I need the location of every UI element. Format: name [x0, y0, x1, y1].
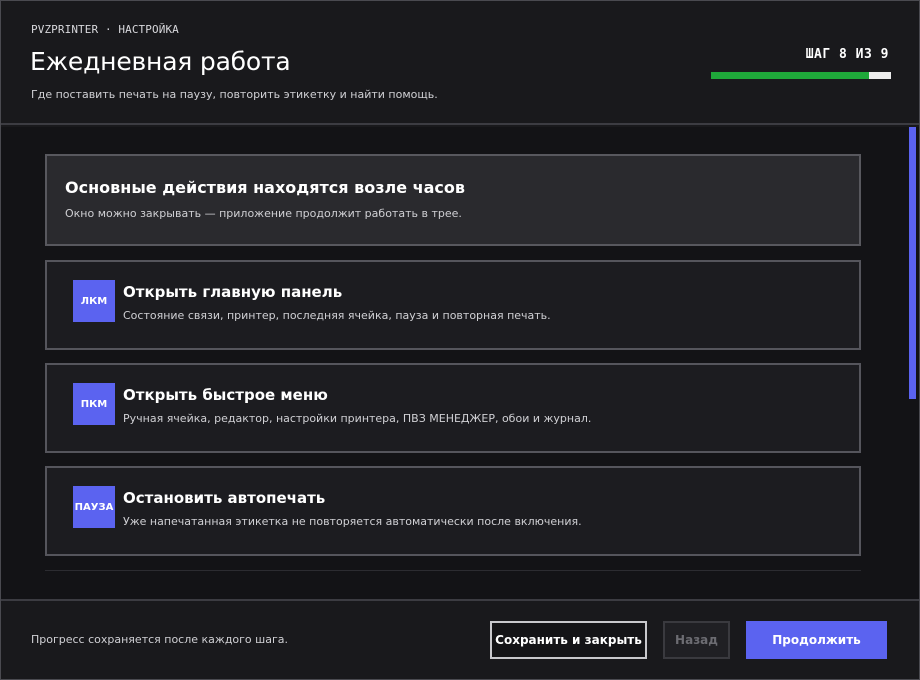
scrollbar-thumb[interactable]: [909, 127, 916, 399]
save-and-close-button[interactable]: Сохранить и закрыть: [490, 621, 647, 659]
progress-bar: [711, 72, 891, 79]
action-card-main-panel: ЛКМ Открыть главную панель Состояние свя…: [45, 260, 861, 350]
setup-window: PVZPRINTER · НАСТРОЙКА Ежедневная работа…: [0, 0, 920, 680]
footer: Прогресс сохраняется после каждого шага.…: [1, 599, 919, 679]
page-title: Ежедневная работа: [30, 47, 291, 76]
action-card-quick-menu: ПКМ Открыть быстрое меню Ручная ячейка, …: [45, 363, 861, 453]
footer-note: Прогресс сохраняется после каждого шага.: [31, 633, 288, 646]
action-card-pause: ПАУЗА Остановить автопечать Уже напечата…: [45, 466, 861, 556]
content-area: Основные действия находятся возле часов …: [1, 127, 919, 599]
page-subtitle: Где поставить печать на паузу, повторить…: [31, 88, 438, 101]
continue-button[interactable]: Продолжить: [746, 621, 887, 659]
action-description: Состояние связи, принтер, последняя ячей…: [123, 309, 551, 322]
divider: [45, 570, 861, 571]
lmb-badge: ЛКМ: [73, 280, 115, 322]
action-description: Уже напечатанная этикетка не повторяется…: [123, 515, 582, 528]
pause-badge: ПАУЗА: [73, 486, 115, 528]
intro-card: Основные действия находятся возле часов …: [45, 154, 861, 246]
breadcrumb: PVZPRINTER · НАСТРОЙКА: [31, 23, 179, 36]
action-title: Остановить автопечать: [123, 489, 326, 507]
progress-bar-fill: [711, 72, 869, 79]
rmb-badge: ПКМ: [73, 383, 115, 425]
scrollbar[interactable]: [908, 127, 917, 599]
action-description: Ручная ячейка, редактор, настройки принт…: [123, 412, 592, 425]
intro-title: Основные действия находятся возле часов: [65, 178, 466, 197]
action-title: Открыть главную панель: [123, 283, 343, 301]
step-counter: ШАГ 8 ИЗ 9: [805, 47, 889, 62]
action-title: Открыть быстрое меню: [123, 386, 328, 404]
back-button[interactable]: Назад: [663, 621, 730, 659]
header: PVZPRINTER · НАСТРОЙКА Ежедневная работа…: [1, 1, 919, 125]
intro-text: Окно можно закрывать — приложение продол…: [65, 207, 462, 220]
